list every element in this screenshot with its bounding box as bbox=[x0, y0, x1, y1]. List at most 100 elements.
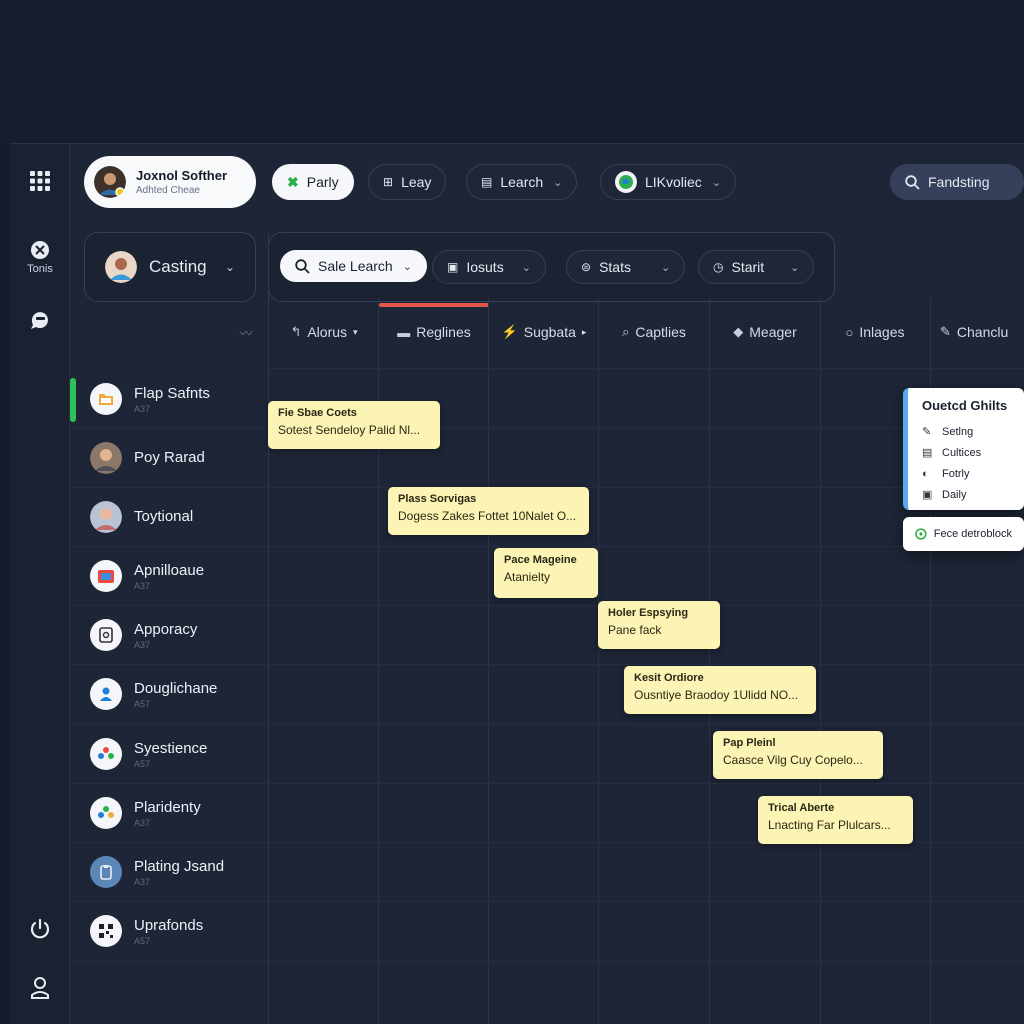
column-label: Chanclu bbox=[956, 324, 1009, 340]
book-icon: ▤ bbox=[481, 175, 493, 189]
stats-dropdown[interactable]: ⊜ Stats ⌄ bbox=[566, 250, 686, 284]
grid-row-line bbox=[268, 368, 1024, 369]
task-card[interactable]: Pace Mageine Atanielty bbox=[494, 548, 598, 598]
grid-row-line bbox=[70, 783, 1024, 784]
wave-icon: 〰 bbox=[239, 325, 253, 341]
menu-item-fotrly[interactable]: ◐ Fotrly bbox=[922, 463, 1010, 484]
power-button[interactable] bbox=[10, 918, 70, 940]
list-item[interactable]: Plaridenty A37 bbox=[90, 793, 201, 833]
menu-item-cultices[interactable]: ▤ Cultices bbox=[922, 442, 1010, 463]
top-backdrop bbox=[0, 0, 1024, 143]
row-name: Poy Rarad bbox=[134, 448, 205, 466]
workspace-dropdown[interactable]: LIKvoliec ⌄ bbox=[600, 164, 737, 200]
folder-icon bbox=[90, 383, 122, 415]
grid-row-line bbox=[70, 901, 1024, 902]
list-item[interactable]: Apnilloaue A37 bbox=[90, 556, 204, 596]
sale-search-label: Sale Learch bbox=[318, 258, 393, 274]
party-label: Parly bbox=[306, 174, 339, 190]
sale-search-dropdown[interactable]: Sale Learch ⌄ bbox=[280, 250, 427, 282]
row-name: Douglichane bbox=[134, 679, 218, 697]
column-header-1[interactable]: ↰ Alorus ▾ bbox=[269, 314, 379, 350]
column-icon: ✎ bbox=[940, 324, 951, 339]
stats-icon: ⊜ bbox=[581, 260, 592, 274]
task-card[interactable]: Trical Aberte Lnacting Far Plulcars... bbox=[758, 796, 913, 844]
collapse-toggle[interactable]: 〰 bbox=[226, 314, 266, 350]
row-name: Plaridenty bbox=[134, 798, 201, 816]
account-button[interactable] bbox=[10, 976, 70, 1000]
search-dropdown[interactable]: ▤ Learch ⌄ bbox=[466, 164, 578, 200]
column-header-5[interactable]: ◆ Meager bbox=[710, 314, 820, 350]
column-header-6[interactable]: ○ Inlages bbox=[820, 314, 930, 350]
find-search-field[interactable]: Fandsting bbox=[890, 164, 1024, 200]
list-item[interactable]: Uprafonds A57 bbox=[90, 911, 203, 951]
task-description: Pane fack bbox=[608, 623, 662, 637]
party-button[interactable]: ✖ Parly bbox=[272, 164, 354, 200]
row-meta: A37 bbox=[134, 403, 151, 414]
casting-dropdown[interactable]: Casting ⌄ bbox=[84, 232, 256, 302]
row-name: Apnilloaue bbox=[134, 561, 205, 579]
list-item[interactable]: Toytional bbox=[90, 497, 193, 537]
list-item[interactable]: Poy Rarad bbox=[90, 438, 205, 478]
task-title: Plass Sorvigas bbox=[398, 493, 477, 505]
qr-icon bbox=[90, 915, 122, 947]
globe-icon bbox=[615, 171, 637, 193]
lazy-button[interactable]: ⊞ Leay bbox=[368, 164, 447, 200]
row-name: Toytional bbox=[134, 507, 194, 525]
task-card[interactable]: Fie Sbae Coets Sotest Sendeloy Palid Nl.… bbox=[268, 401, 440, 449]
menu-item-setting[interactable]: ✎ Setlng bbox=[922, 421, 1010, 442]
image-icon bbox=[90, 560, 122, 592]
column-header-3[interactable]: ⚡ Sugbata ▸ bbox=[489, 314, 599, 350]
menu-item-daily[interactable]: ▣ Daily bbox=[922, 484, 1010, 505]
grid-column-line bbox=[598, 298, 599, 1024]
column-label: Inlages bbox=[859, 324, 905, 340]
column-header-2[interactable]: ▬ Reglines bbox=[379, 303, 489, 350]
list-item[interactable]: Douglichane A57 bbox=[90, 674, 217, 714]
column-icon: ○ bbox=[845, 324, 854, 340]
chat-button[interactable] bbox=[10, 308, 70, 332]
column-header-7[interactable]: ✎ Chanclu bbox=[940, 314, 1024, 350]
party-icon: ✖ bbox=[287, 173, 299, 190]
task-card[interactable]: Plass Sorvigas Dogess Zakes Fottet 10Nal… bbox=[388, 487, 589, 535]
task-description: Ousntiye Braodoy 1Ulidd NO... bbox=[634, 688, 799, 702]
row-meta: A57 bbox=[134, 758, 151, 769]
list-item[interactable]: Flap Safnts A37 bbox=[90, 379, 210, 419]
row-meta: A37 bbox=[134, 580, 151, 591]
contrast-icon: ◐ bbox=[922, 467, 929, 480]
chevron-down-icon: ⌄ bbox=[553, 176, 563, 189]
apps-grid-button[interactable] bbox=[10, 170, 70, 192]
column-header-4[interactable]: ⌕ Captlies bbox=[599, 314, 709, 350]
column-icon: ↰ bbox=[290, 324, 302, 339]
caret-icon: ▾ bbox=[353, 326, 358, 337]
menu-item-label: Setlng bbox=[942, 425, 974, 438]
feature-button[interactable]: Fece detroblock bbox=[903, 517, 1024, 551]
task-card[interactable]: Kesit Ordiore Ousntiye Braodoy 1Ulidd NO… bbox=[624, 666, 816, 714]
task-card[interactable]: Pap Pleinl Caasce Vilg Cuy Copelo... bbox=[713, 731, 883, 779]
issues-dropdown[interactable]: ▣ Iosuts ⌄ bbox=[432, 250, 546, 284]
list-item[interactable]: Plating Jsand A37 bbox=[90, 852, 224, 892]
list-item[interactable]: Syestience A57 bbox=[90, 734, 207, 774]
profile-card[interactable]: Joxnol Softher Adhted Cheae bbox=[84, 156, 256, 208]
column-label: Reglines bbox=[416, 324, 471, 340]
start-dropdown[interactable]: ◷ Starit ⌄ bbox=[698, 250, 815, 284]
task-title: Pace Mageine bbox=[504, 554, 577, 566]
column-icon: ⚡ bbox=[501, 324, 518, 339]
casting-label: Casting bbox=[149, 257, 207, 276]
task-card[interactable]: Holer Espsying Pane fack bbox=[598, 601, 720, 649]
search-dropdown-label: Learch bbox=[500, 174, 544, 190]
list-item[interactable]: Apporacy A37 bbox=[90, 615, 197, 655]
task-description: Sotest Sendeloy Palid Nl... bbox=[278, 423, 421, 437]
grid-row-line bbox=[70, 724, 1024, 725]
check-circle-icon bbox=[915, 528, 927, 540]
edit-icon: ✎ bbox=[922, 426, 932, 438]
profile-subtitle: Adhted Cheae bbox=[136, 185, 200, 196]
row-name: Apporacy bbox=[134, 620, 198, 638]
task-description: Lnacting Far Plulcars... bbox=[768, 818, 891, 832]
people-icon bbox=[90, 678, 122, 710]
grid-row-line bbox=[70, 961, 1024, 962]
profile-avatar bbox=[94, 166, 126, 198]
column-label: Meager bbox=[749, 324, 797, 340]
app-window: Tonis Joxnol Softher Adhted Cheae ✖ Parl… bbox=[10, 143, 1024, 1024]
tools-button[interactable]: Tonis bbox=[10, 240, 70, 275]
row-meta: A57 bbox=[134, 935, 151, 946]
user-icon bbox=[31, 977, 49, 999]
